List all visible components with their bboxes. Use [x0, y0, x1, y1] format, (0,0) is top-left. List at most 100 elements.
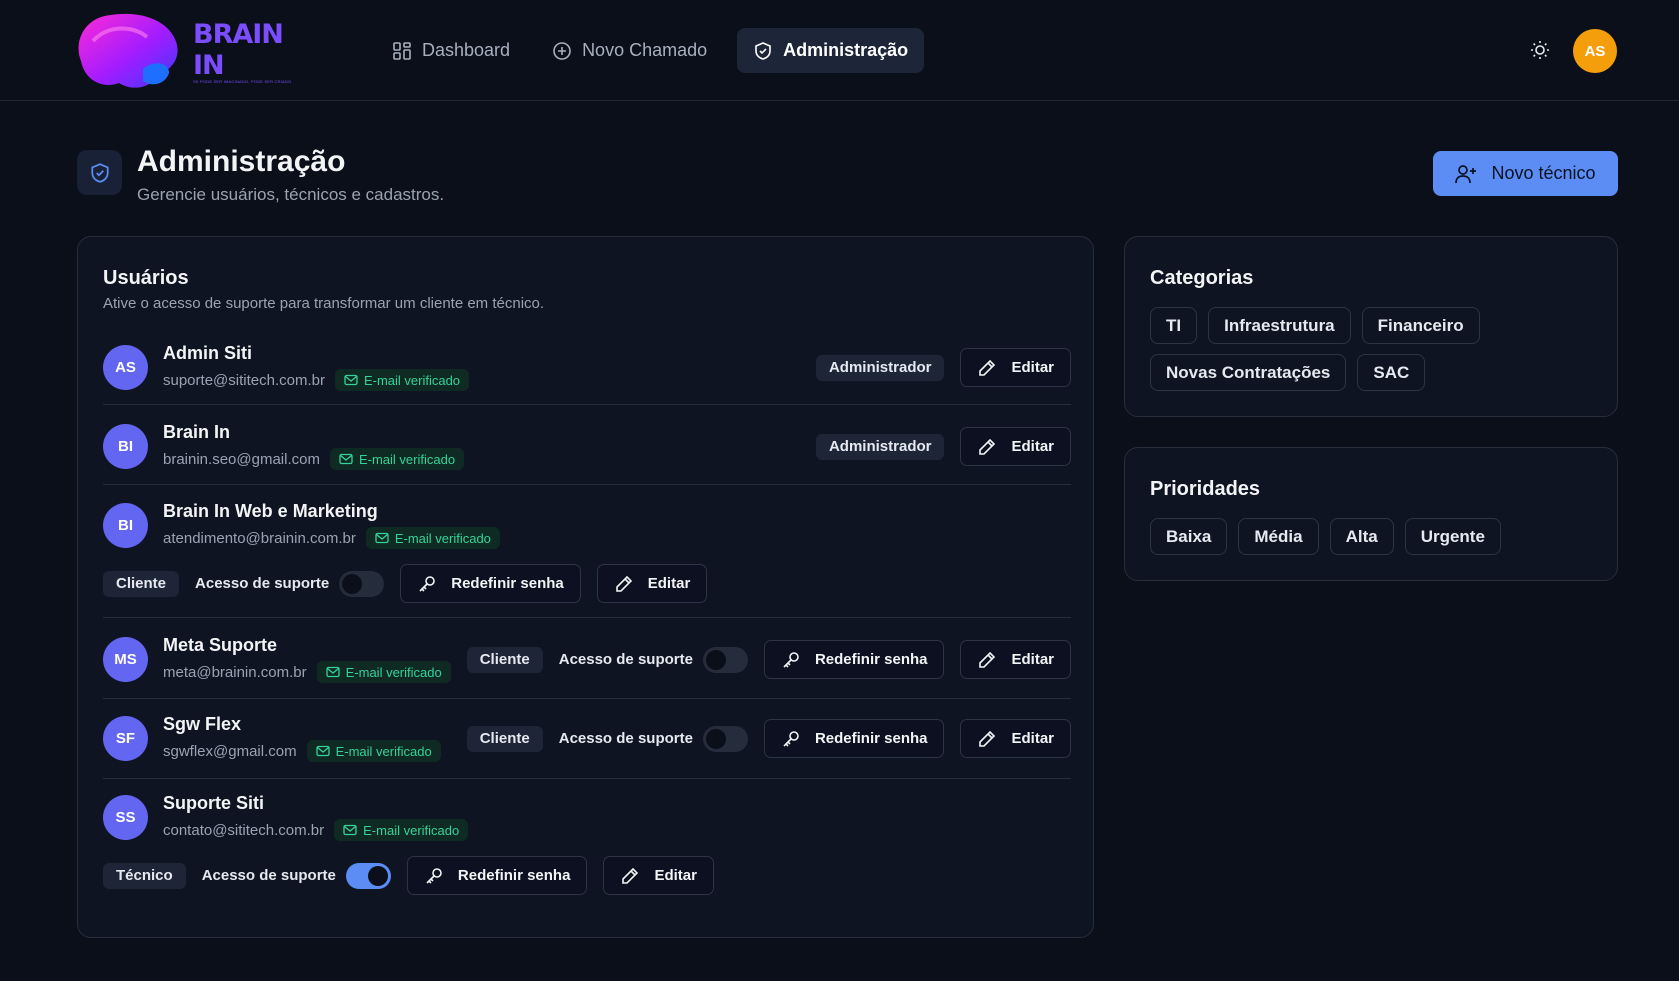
brand-logo[interactable]: BRAIN IN SE PODE SER IMAGINADO, PODE SER… — [73, 10, 318, 92]
reset-password-label: Redefinir senha — [451, 575, 564, 592]
role-badge: Cliente — [466, 646, 543, 673]
brand-tagline: SE PODE SER IMAGINADO, PODE SER CRIADO. — [193, 78, 293, 84]
shield-icon — [755, 41, 771, 60]
support-access-toggle[interactable] — [702, 646, 748, 673]
avatar: SS — [103, 795, 148, 840]
role-badge: Técnico — [103, 862, 186, 889]
user-email: contato@sititech.com.br — [163, 821, 325, 839]
plus-circle-icon — [553, 41, 571, 60]
nav-dashboard-label: Dashboard — [422, 40, 511, 60]
pencil-icon — [615, 575, 632, 592]
edit-button[interactable]: Editar — [960, 348, 1071, 387]
users-subtitle: Ative o acesso de suporte para transform… — [103, 295, 545, 312]
reset-password-button[interactable]: Redefinir senha — [406, 856, 588, 895]
priorities-card: Prioridades Baixa Média Alta Urgente — [1124, 447, 1618, 581]
user-email: sgwflex@gmail.com — [163, 742, 297, 760]
user-row: SS Suporte Siti contato@sititech.com.br … — [103, 793, 1071, 925]
support-access-toggle[interactable] — [702, 725, 748, 752]
reset-password-label: Redefinir senha — [814, 730, 928, 747]
category-chip[interactable]: SAC — [1357, 354, 1426, 391]
new-technician-button[interactable]: Novo técnico — [1433, 151, 1618, 196]
role-badge: Administrador — [815, 354, 945, 381]
user-name: Meta Suporte — [163, 635, 278, 655]
user-row: BI Brain In Web e Marketing atendimento@… — [103, 501, 1071, 633]
category-chip[interactable]: TI — [1150, 307, 1198, 344]
support-access-label: Acesso de suporte — [195, 575, 330, 592]
user-row: SF Sgw Flex sgwflex@gmail.com E-mail ver… — [103, 714, 1071, 786]
email-verified-badge: E-mail verificado — [316, 661, 451, 683]
verified-label: E-mail verificado — [358, 451, 456, 467]
brain-logo-icon — [73, 11, 181, 91]
page-subtitle: Gerencie usuários, técnicos e cadastros. — [137, 185, 445, 204]
edit-label: Editar — [1011, 359, 1054, 376]
verified-label: E-mail verificado — [363, 372, 461, 388]
edit-button[interactable]: Editar — [960, 427, 1071, 466]
row-divider — [103, 698, 1071, 699]
mail-icon — [344, 374, 358, 386]
email-verified-badge: E-mail verificado — [329, 448, 465, 470]
edit-label: Editar — [1011, 651, 1054, 668]
key-icon — [783, 651, 799, 668]
support-access-toggle[interactable] — [339, 570, 385, 597]
priority-chip[interactable]: Baixa — [1150, 518, 1228, 555]
mail-icon — [375, 532, 389, 544]
category-chip[interactable]: Financeiro — [1361, 307, 1480, 344]
priorities-title: Prioridades — [1150, 478, 1261, 500]
mail-icon — [315, 745, 330, 757]
reset-password-label: Redefinir senha — [814, 651, 928, 668]
nav-novo-chamado[interactable]: Novo Chamado — [540, 28, 719, 73]
verified-label: E-mail verificado — [345, 664, 442, 680]
support-access-toggle[interactable] — [345, 862, 391, 889]
reset-password-label: Redefinir senha — [457, 867, 571, 884]
categories-row-1: TI Infraestrutura Financeiro — [1150, 307, 1480, 344]
reset-password-button[interactable]: Redefinir senha — [763, 640, 945, 679]
email-verified-badge: E-mail verificado — [365, 527, 500, 549]
support-access-label: Acesso de suporte — [558, 730, 693, 747]
edit-button[interactable]: Editar — [596, 564, 708, 603]
row-divider — [103, 404, 1071, 405]
users-card: Usuários Ative o acesso de suporte para … — [77, 236, 1094, 938]
edit-label: Editar — [654, 867, 697, 884]
verified-label: E-mail verificado — [394, 530, 491, 546]
reset-password-button[interactable]: Redefinir senha — [763, 719, 945, 758]
main-nav: Dashboard Novo Chamado Administração — [380, 28, 925, 73]
categories-title: Categorias — [1150, 267, 1254, 289]
nav-dashboard[interactable]: Dashboard — [380, 28, 522, 73]
avatar: BI — [103, 424, 148, 469]
edit-button[interactable]: Editar — [603, 856, 714, 895]
priority-chip[interactable]: Urgente — [1404, 518, 1501, 555]
sun-icon — [1531, 41, 1549, 59]
avatar: SF — [103, 716, 148, 761]
edit-button[interactable]: Editar — [960, 719, 1071, 758]
pencil-icon — [979, 651, 996, 668]
user-email: suporte@sititech.com.br — [163, 371, 325, 389]
verified-label: E-mail verificado — [335, 743, 432, 759]
email-verified-badge: E-mail verificado — [306, 740, 441, 762]
email-verified-badge: E-mail verificado — [334, 819, 469, 841]
role-badge: Cliente — [103, 570, 180, 597]
key-icon — [783, 730, 799, 747]
user-avatar[interactable]: AS — [1573, 29, 1617, 73]
row-divider — [103, 617, 1071, 618]
priority-chip[interactable]: Alta — [1329, 518, 1394, 555]
row-divider — [103, 484, 1071, 485]
top-bar: BRAIN IN SE PODE SER IMAGINADO, PODE SER… — [0, 0, 1679, 101]
priorities-row: Baixa Média Alta Urgente — [1150, 518, 1501, 555]
user-email: atendimento@brainin.com.br — [163, 529, 356, 547]
nav-novo-chamado-label: Novo Chamado — [582, 40, 708, 60]
users-title: Usuários — [103, 267, 189, 289]
user-plus-icon — [1455, 164, 1477, 183]
role-badge: Administrador — [815, 433, 945, 460]
nav-administracao[interactable]: Administração — [737, 28, 925, 73]
page-title: Administração — [137, 145, 346, 178]
theme-toggle-button[interactable] — [1528, 38, 1552, 62]
category-chip[interactable]: Infraestrutura — [1208, 307, 1351, 344]
avatar: BI — [103, 503, 148, 548]
row-divider — [103, 778, 1071, 779]
priority-chip[interactable]: Média — [1238, 518, 1319, 555]
category-chip[interactable]: Novas Contratações — [1150, 354, 1347, 391]
page-shield-icon — [77, 150, 122, 195]
reset-password-button[interactable]: Redefinir senha — [400, 564, 581, 603]
key-icon — [419, 575, 436, 592]
edit-button[interactable]: Editar — [960, 640, 1071, 679]
